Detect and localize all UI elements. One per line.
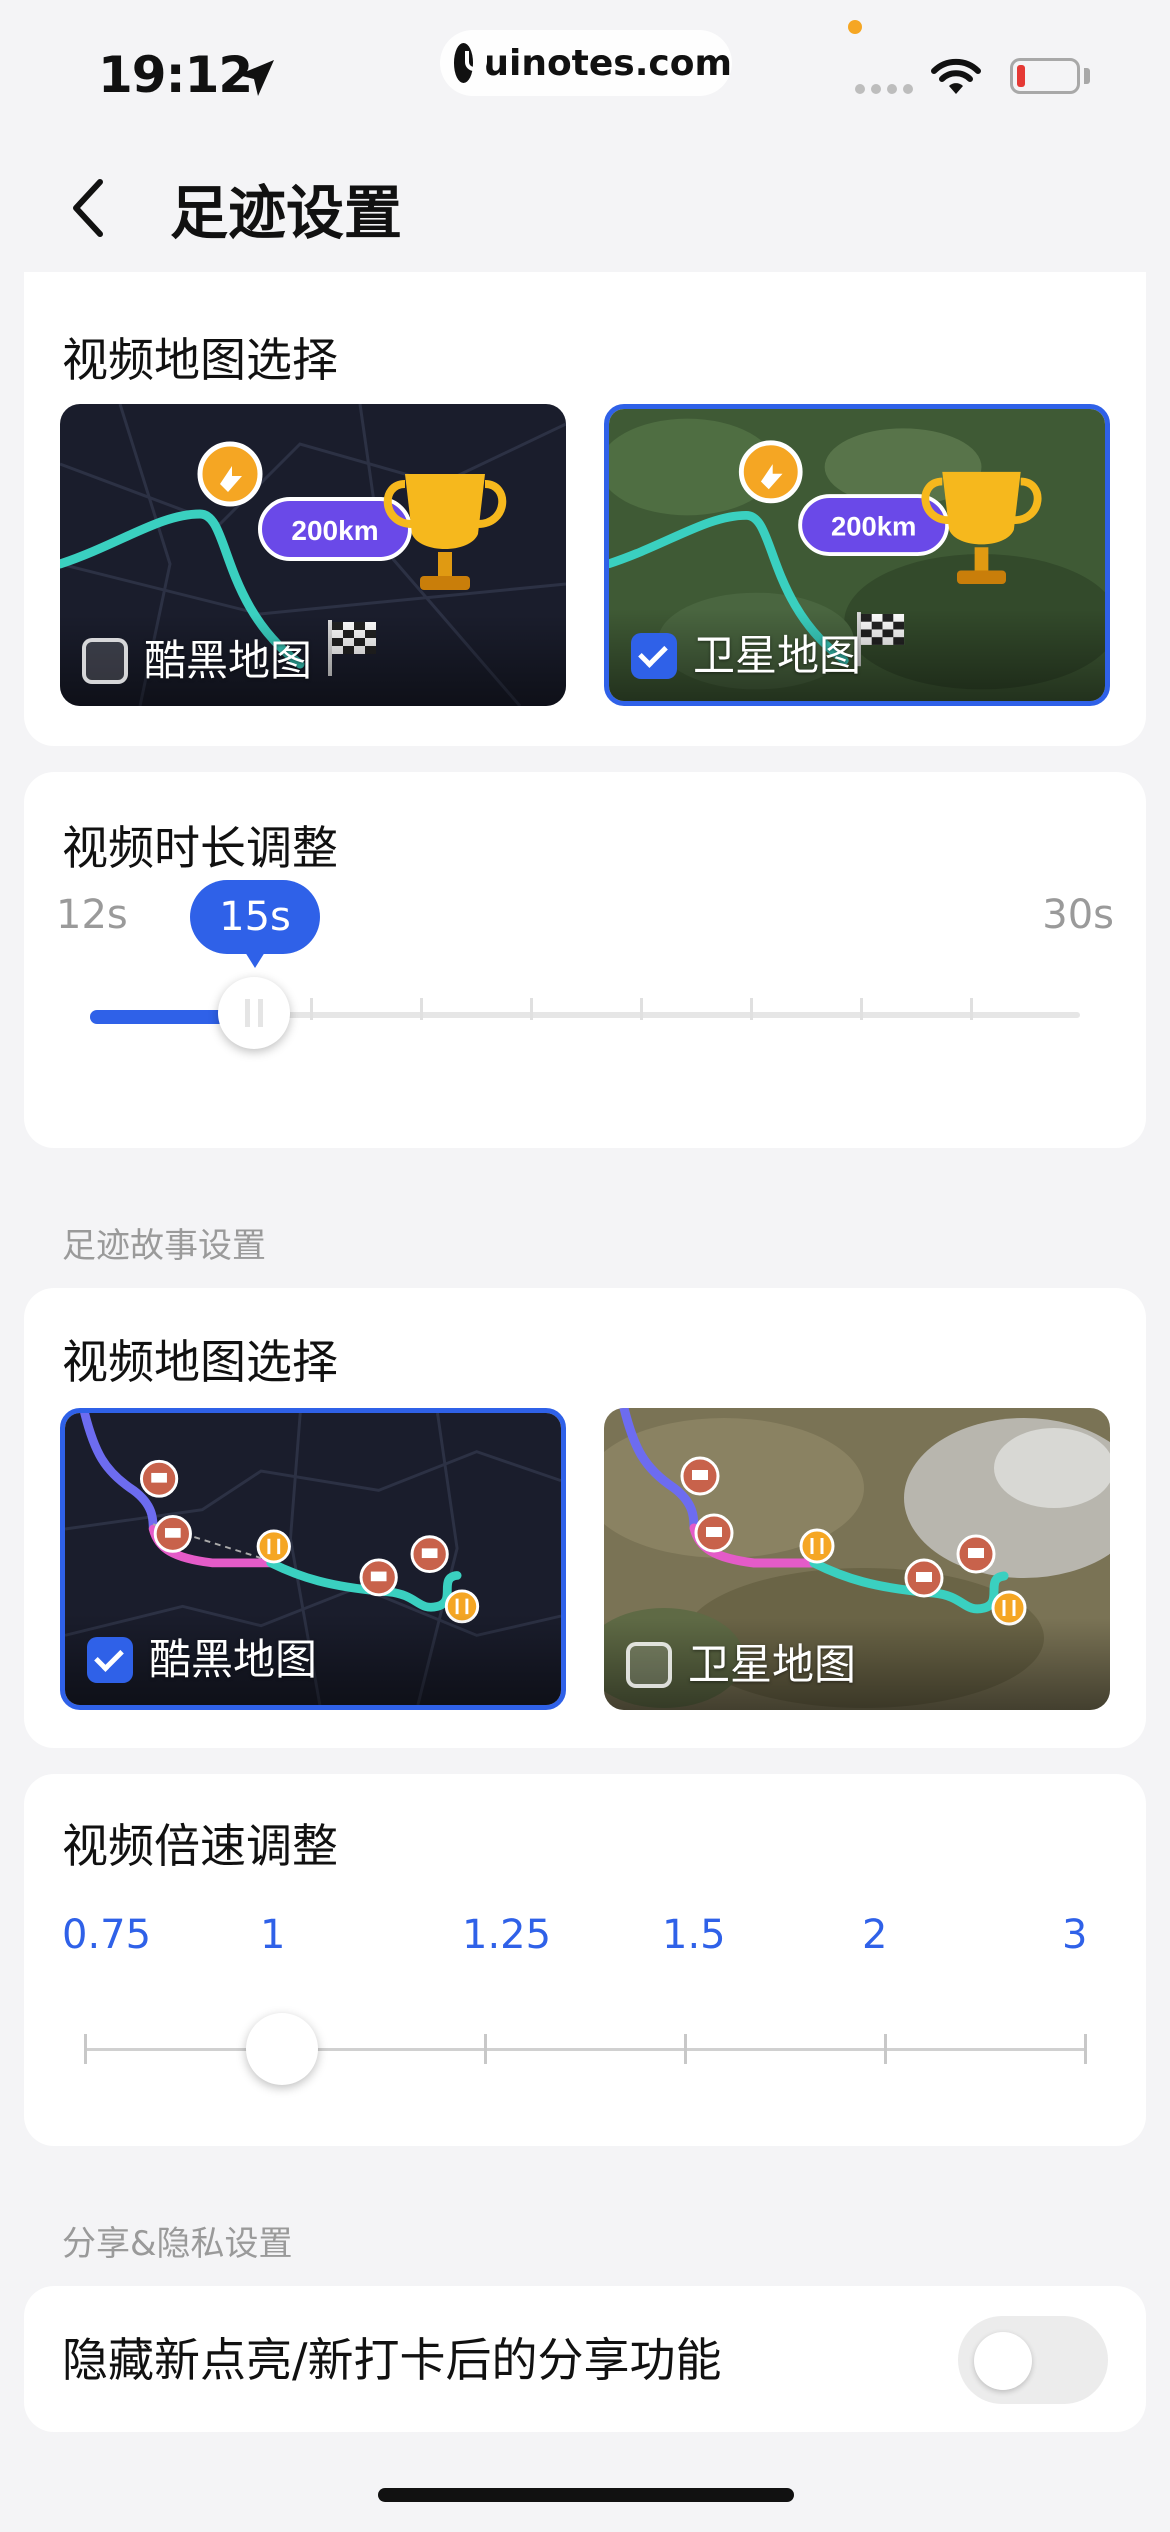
speed-option-1[interactable]: 1	[260, 1912, 285, 1958]
card-title: 视频地图选择	[62, 1335, 338, 1389]
thumb-overlay	[60, 614, 566, 706]
distance-badge: 200km	[831, 511, 916, 542]
duration-max-label: 30s	[1042, 892, 1114, 938]
battery-icon	[1010, 58, 1080, 94]
section-label-share: 分享&隐私设置	[62, 2224, 293, 2264]
privacy-toggle[interactable]	[958, 2316, 1108, 2404]
map-option-dark[interactable]: 酷黑地图	[60, 1408, 566, 1710]
video-duration-card: 视频时长调整	[24, 772, 1146, 1148]
watermark: uinotes.com	[440, 30, 732, 96]
map-option-label: 酷黑地图	[144, 636, 313, 685]
duration-tick	[640, 998, 643, 1020]
watermark-text: uinotes.com	[483, 42, 732, 84]
speed-tick	[84, 2034, 87, 2064]
food-icon	[799, 1528, 835, 1564]
status-time: 19:12	[98, 46, 253, 104]
location-arrow-icon	[238, 60, 274, 96]
speed-option-3[interactable]: 3	[1062, 1912, 1087, 1958]
map-option-label: 卫星地图	[688, 1640, 857, 1689]
section-label-story: 足迹故事设置	[62, 1226, 266, 1266]
video-speed-card: 视频倍速调整	[24, 1774, 1146, 2146]
toll-station-icon	[694, 1513, 734, 1553]
toll-station-icon	[680, 1456, 720, 1496]
map-option-satellite[interactable]: 卫星地图	[604, 1408, 1110, 1710]
speed-option-0.75[interactable]: 0.75	[62, 1912, 151, 1958]
duration-tick	[420, 998, 423, 1020]
duration-tick	[860, 998, 863, 1020]
speed-tick	[1084, 2034, 1087, 2064]
wifi-icon	[931, 58, 981, 94]
duration-tick	[970, 998, 973, 1020]
speed-tick	[684, 2034, 687, 2064]
cellular-signal-icon	[855, 84, 913, 94]
back-chevron-icon[interactable]	[64, 176, 114, 240]
distance-badge: 200km	[291, 515, 378, 546]
checkbox-dark-map[interactable]	[82, 638, 128, 684]
speed-option-1.5[interactable]: 1.5	[662, 1912, 726, 1958]
speed-slider-knob[interactable]	[246, 2013, 318, 2085]
page-title: 足迹设置	[170, 179, 403, 247]
duration-min-label: 12s	[56, 892, 128, 938]
battery-cap	[1084, 68, 1090, 84]
speed-option-1.25[interactable]: 1.25	[462, 1912, 551, 1958]
toll-station-icon	[139, 1459, 179, 1498]
checkbox-dark-map[interactable]	[87, 1637, 133, 1683]
privacy-indicator-dot	[848, 20, 862, 34]
speed-track[interactable]	[86, 2048, 1086, 2051]
speed-tick	[484, 2034, 487, 2064]
privacy-toggle-label: 隐藏新点亮/新打卡后的分享功能	[62, 2333, 722, 2387]
duration-tick	[530, 998, 533, 1020]
video-map-card-1: 视频地图选择 200km 酷黑地图 200km 卫星地图	[24, 272, 1146, 746]
card-title: 视频倍速调整	[62, 1819, 338, 1873]
watermark-logo-icon	[454, 43, 488, 83]
map-option-satellite[interactable]: 200km 卫星地图	[604, 404, 1110, 706]
checkbox-satellite-map[interactable]	[631, 633, 677, 679]
home-indicator	[378, 2488, 794, 2502]
toll-station-icon	[956, 1534, 996, 1574]
duration-slider-knob[interactable]	[218, 977, 290, 1049]
card-title: 视频时长调整	[62, 821, 338, 875]
card-title: 视频地图选择	[62, 333, 338, 387]
checkbox-satellite-map[interactable]	[626, 1642, 672, 1688]
toll-station-icon	[153, 1515, 192, 1553]
duration-tick	[750, 998, 753, 1020]
toll-station-icon	[904, 1558, 944, 1598]
speed-tick	[884, 2034, 887, 2064]
food-icon	[256, 1529, 291, 1564]
toggle-knob	[974, 2332, 1032, 2390]
map-option-label: 卫星地图	[693, 631, 862, 680]
map-option-dark[interactable]: 200km 酷黑地图	[60, 404, 566, 706]
speed-option-2[interactable]: 2	[862, 1912, 887, 1958]
map-option-label: 酷黑地图	[149, 1635, 318, 1684]
duration-tick	[310, 998, 313, 1020]
toll-station-icon	[359, 1558, 398, 1597]
toll-station-icon	[410, 1535, 449, 1574]
thumb-overlay	[604, 1618, 1110, 1710]
duration-value-bubble: 15s	[190, 880, 320, 968]
video-map-card-2: 视频地图选择 酷黑地图 卫星地图	[24, 1288, 1146, 1748]
